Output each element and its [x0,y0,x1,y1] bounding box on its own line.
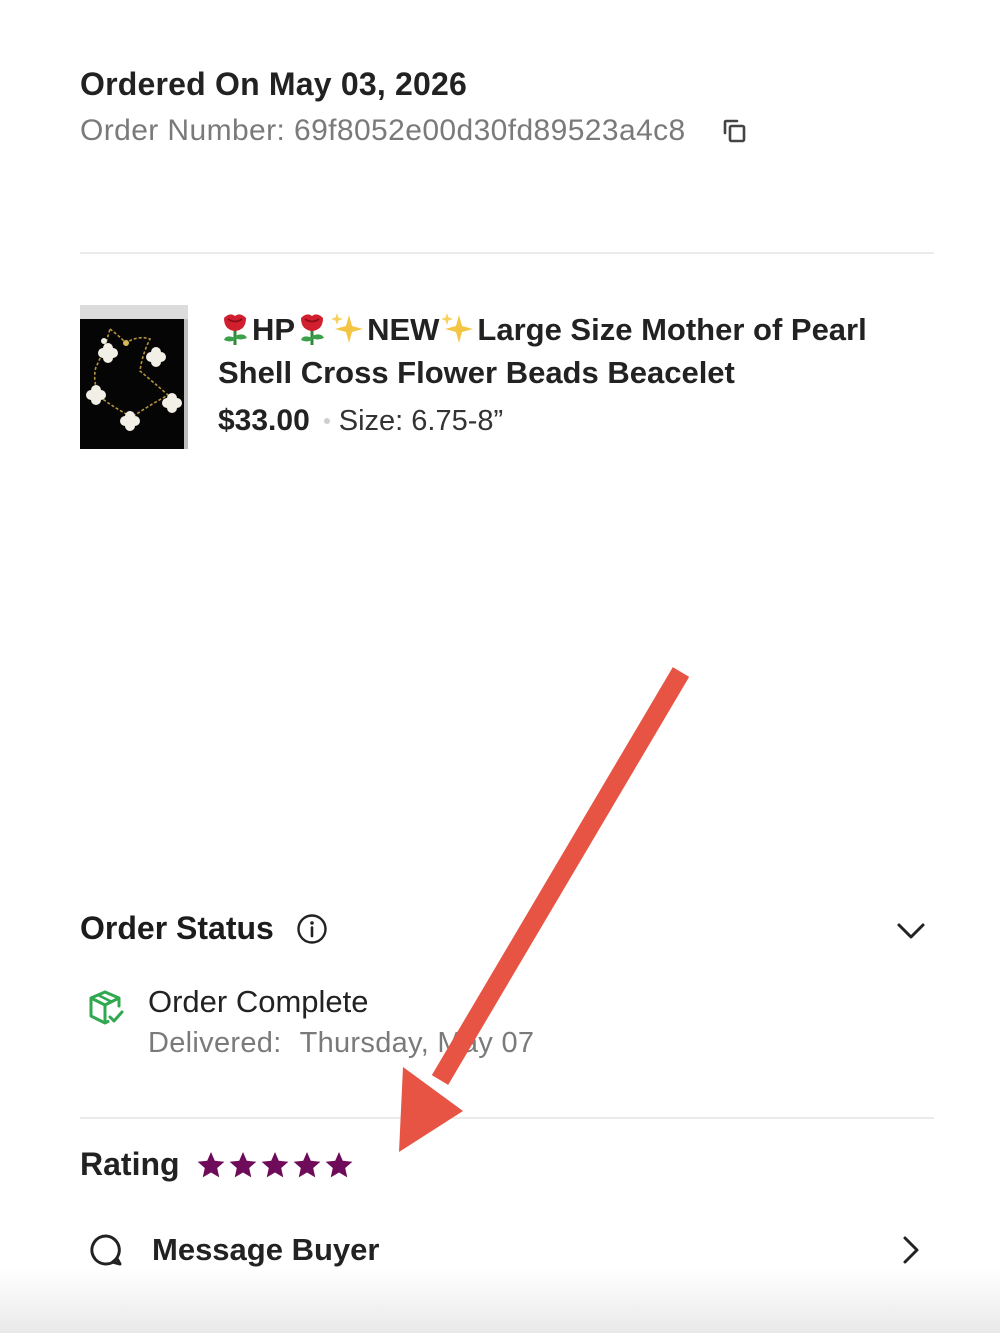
sparkles-icon [441,313,474,343]
message-buyer-label: Message Buyer [152,1232,380,1267]
rose-icon [224,314,247,345]
chevron-down-icon[interactable] [894,916,928,946]
price-row: $33.00 Size: 6.75-8” [218,404,503,438]
order-status-value: Order Complete [148,984,369,1019]
product-price: $33.00 [218,404,310,437]
chat-bubble-icon [90,1234,122,1266]
delivery-info: Delivered: Thursday, May 07 [148,1027,534,1060]
delivered-date: Thursday, May 07 [299,1027,535,1059]
divider [80,252,934,254]
rating-row: Rating [80,1146,356,1183]
divider [80,1117,934,1119]
separator-dot [323,418,330,424]
order-status-header: Order Status [80,910,328,947]
annotation-arrow [399,667,690,1152]
star-icon [197,1151,224,1177]
sparkles-icon [331,313,364,343]
product-thumbnail[interactable] [80,305,188,449]
order-number-row: Order Number: 69f8052e00d30fd89523a4c8 [80,114,750,148]
rose-icon [301,314,325,345]
star-icon [293,1151,320,1177]
delivered-label: Delivered: [148,1027,282,1059]
bottom-fade [0,1268,1000,1333]
rating-label: Rating [80,1146,180,1182]
product-title-part-hp: HP [252,312,296,347]
product-title[interactable]: HP NEW Large Size Mother of Pearl Shell … [218,308,938,394]
star-icon [261,1151,288,1177]
chevron-right-icon [903,1236,919,1264]
star-icon [325,1151,352,1177]
product-size: Size: 6.75-8” [338,404,504,437]
order-number: Order Number: 69f8052e00d30fd89523a4c8 [80,114,686,147]
order-date: Ordered On May 03, 2026 [80,66,468,102]
copy-icon[interactable] [720,116,750,146]
package-check-icon [89,990,124,1025]
star-icon [229,1151,256,1177]
product-title-part-new: NEW [367,312,440,347]
info-icon[interactable] [296,913,328,945]
order-status-heading: Order Status [80,910,274,946]
